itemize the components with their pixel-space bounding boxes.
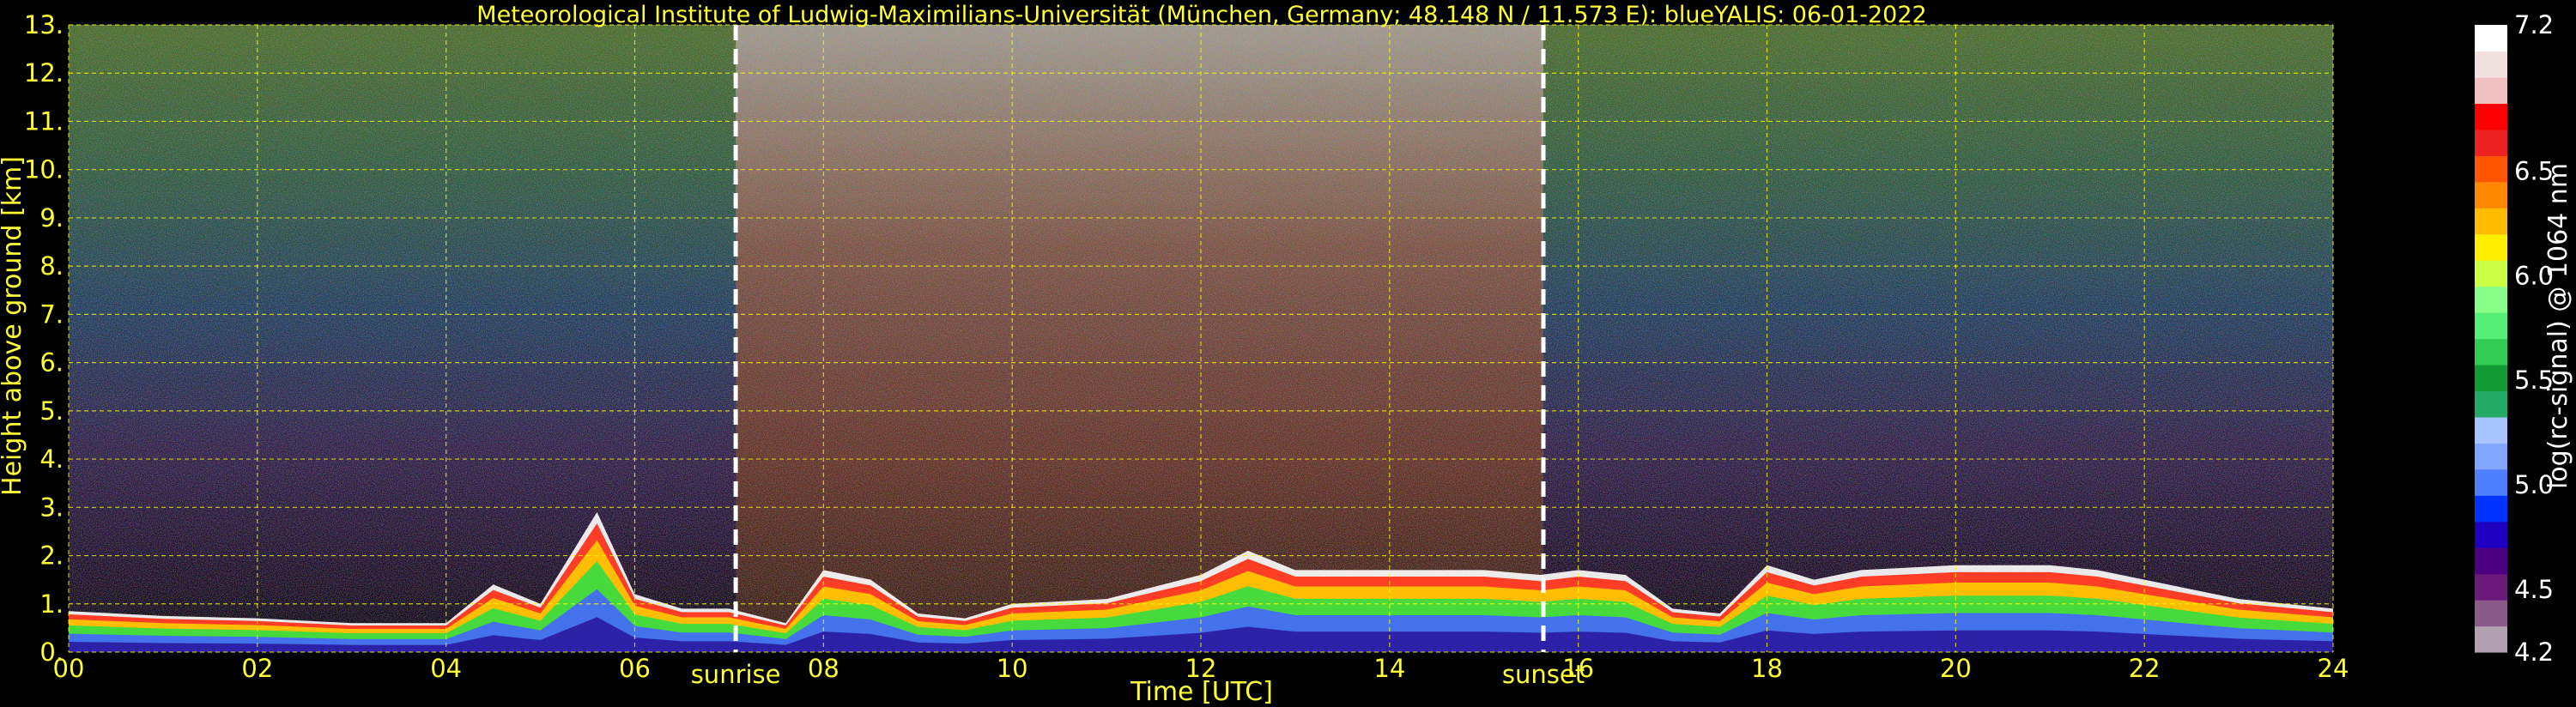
colorbar-segment — [2475, 416, 2507, 444]
colorbar-segment — [2475, 208, 2507, 235]
y-tick-label: 7. — [39, 299, 64, 329]
colorbar-segment — [2475, 155, 2507, 183]
colorbar-segment — [2475, 286, 2507, 313]
x-tick-label: 16 — [1562, 654, 1594, 683]
y-tick-label: 4. — [39, 444, 64, 474]
sunrise-label: sunrise — [691, 660, 781, 689]
y-tick-label: 0. — [39, 638, 64, 667]
y-axis-label: Height above ground [km] — [0, 156, 27, 496]
x-tick-label: 14 — [1373, 654, 1405, 683]
x-tick-label: 24 — [2318, 654, 2349, 683]
x-tick-label: 20 — [1940, 654, 1972, 683]
y-tick-label: 10. — [24, 155, 64, 184]
y-tick-label: 12. — [24, 58, 64, 88]
y-tick-labels: 0. 1. 2. 3. 4. 5. 6. 7. 8. 9. 10. 11. 12. 13. — [24, 10, 64, 667]
x-tick-label: 06 — [619, 654, 651, 683]
x-tick-label: 04 — [430, 654, 462, 683]
y-tick-label: 1. — [39, 589, 64, 619]
colorbar-tick-label: 7.2 — [2514, 10, 2554, 39]
x-tick-label: 18 — [1751, 654, 1783, 683]
colorbar-segment — [2475, 390, 2507, 418]
colorbar-segment — [2475, 103, 2507, 130]
y-tick-label: 9. — [39, 203, 64, 233]
colorbar-segment — [2475, 181, 2507, 208]
colorbar-segment — [2475, 521, 2507, 548]
colorbar-segment — [2475, 443, 2507, 470]
colorbar-segment — [2475, 260, 2507, 287]
colorbar-segment — [2475, 364, 2507, 392]
colorbar-segment — [2475, 233, 2507, 261]
y-tick-label: 13. — [24, 10, 64, 39]
colorbar-segment — [2475, 625, 2507, 653]
y-tick-label: 6. — [39, 348, 64, 378]
colorbar-segment — [2475, 129, 2507, 156]
colorbar-segment — [2475, 51, 2507, 78]
colorbar-segment — [2475, 468, 2507, 496]
colorbar-segment — [2475, 76, 2507, 104]
y-tick-label: 2. — [39, 541, 64, 571]
colorbar-segment — [2475, 338, 2507, 366]
colorbar-segment — [2475, 312, 2507, 340]
colorbar — [2475, 25, 2507, 653]
colorbar-segment — [2475, 25, 2507, 52]
colorbar-segment — [2475, 547, 2507, 575]
colorbar-tick-label: 4.2 — [2514, 638, 2554, 667]
x-tick-label: 08 — [808, 654, 839, 683]
colorbar-label: log(rc-signal) @ 1064 nm — [2543, 163, 2573, 489]
y-tick-label: 5. — [39, 396, 64, 426]
chart-title: Meteorological Institute of Ludwig-Maxim… — [476, 2, 1926, 28]
colorbar-segment — [2475, 495, 2507, 523]
y-tick-label: 3. — [39, 492, 64, 522]
colorbar-segment — [2475, 600, 2507, 627]
x-tick-label: 02 — [241, 654, 273, 683]
y-tick-label: 11. — [24, 106, 64, 136]
colorbar-segment — [2475, 573, 2507, 601]
y-tick-label: 8. — [39, 251, 64, 281]
lidar-chart: sunrise sunset 00 02 04 06 08 10 12 14 16 18 20 22 24… — [0, 2, 2573, 707]
colorbar-tick-label: 4.5 — [2514, 575, 2554, 604]
x-tick-label: 22 — [2129, 654, 2161, 683]
x-axis-label: Time [UTC] — [1130, 677, 1273, 707]
x-tick-label: 10 — [997, 654, 1028, 683]
